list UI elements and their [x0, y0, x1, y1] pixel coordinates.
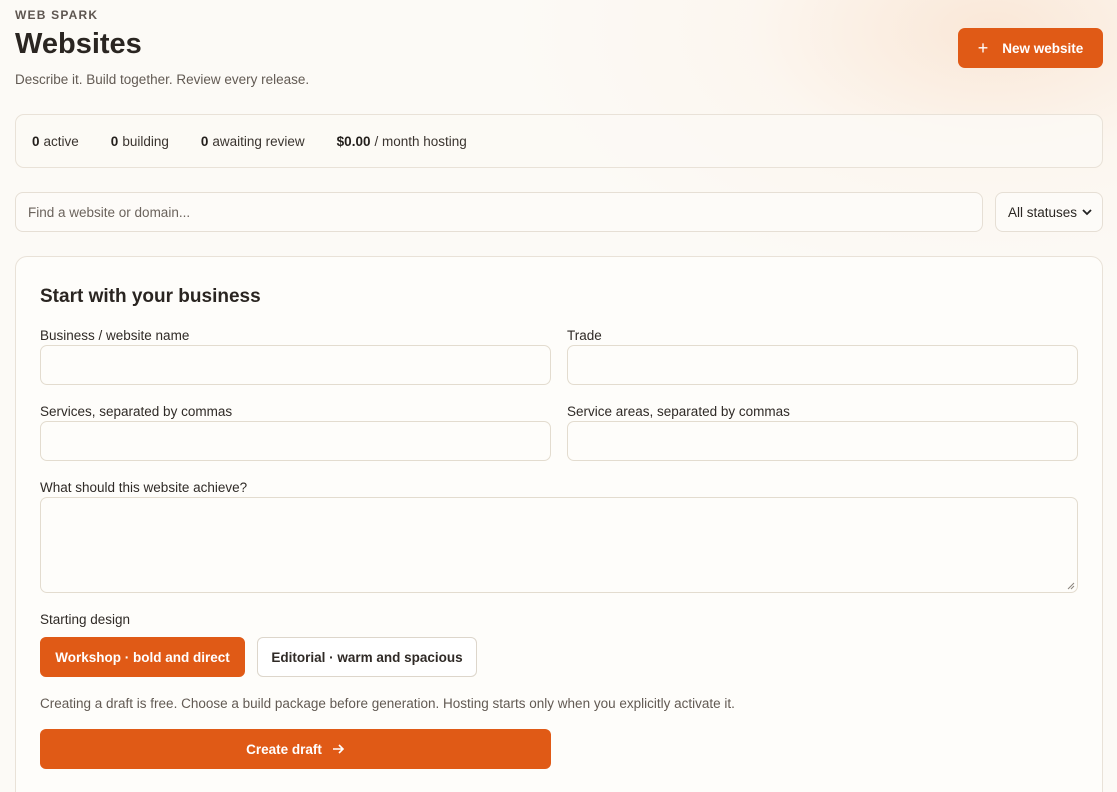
create-draft-button[interactable]: Create draft — [40, 729, 551, 769]
stat-building: 0 building — [111, 134, 169, 149]
status-filter-value: All statuses — [1008, 204, 1078, 220]
trade-label: Trade — [567, 328, 602, 343]
design-option-editorial[interactable]: Editorial · warm and spacious — [257, 637, 477, 677]
stat-review-count: 0 — [200, 133, 209, 149]
page-subtitle: Describe it. Build together. Review ever… — [15, 72, 310, 87]
name-label: Business / website name — [40, 328, 190, 343]
services-field[interactable] — [40, 421, 551, 461]
brand-eyebrow: WEB SPARK — [15, 8, 99, 22]
stat-hosting-label: / month hosting — [374, 133, 467, 149]
chevron-down-icon — [1082, 208, 1092, 215]
create-draft-label: Create draft — [246, 741, 322, 757]
goal-textarea[interactable] — [40, 497, 1078, 593]
stat-hosting-amount: $0.00 — [336, 133, 371, 149]
stat-active-label: active — [43, 133, 79, 149]
plus-icon: + — [977, 38, 989, 58]
pricing-note: Creating a draft is free. Choose a build… — [40, 696, 735, 711]
stats-bar: 0 active 0 building 0 awaiting review $0.00… — [15, 114, 1103, 168]
new-website-button[interactable]: + New website — [958, 28, 1103, 68]
trade-field[interactable] — [567, 345, 1078, 385]
resize-handle-icon[interactable] — [1067, 582, 1075, 590]
stat-hosting: $0.00/ month hosting — [337, 134, 467, 149]
design-option-workshop[interactable]: Workshop · bold and direct — [40, 637, 245, 677]
goal-label: What should this website achieve? — [40, 480, 248, 495]
stat-building-label: building — [122, 133, 169, 149]
business-name-field[interactable] — [40, 345, 551, 385]
stat-review-label: awaiting review — [212, 133, 305, 149]
search-input[interactable] — [15, 192, 983, 232]
arrow-right-icon — [332, 744, 345, 754]
stat-active: 0 active — [32, 134, 79, 149]
page-title: Websites — [15, 28, 142, 60]
stat-review: 0 awaiting review — [201, 134, 305, 149]
form-heading: Start with your business — [40, 286, 261, 307]
services-label: Services, separated by commas — [40, 404, 233, 419]
stat-active-count: 0 — [32, 133, 40, 149]
service-areas-field[interactable] — [567, 421, 1078, 461]
design-label: Starting design — [40, 612, 131, 627]
new-website-form: Start with your business Business / webs… — [15, 256, 1103, 792]
stat-building-count: 0 — [110, 133, 119, 149]
new-website-label: New website — [1002, 40, 1084, 56]
status-filter-select[interactable]: All statuses — [995, 192, 1103, 232]
service-areas-label: Service areas, separated by commas — [567, 404, 790, 419]
